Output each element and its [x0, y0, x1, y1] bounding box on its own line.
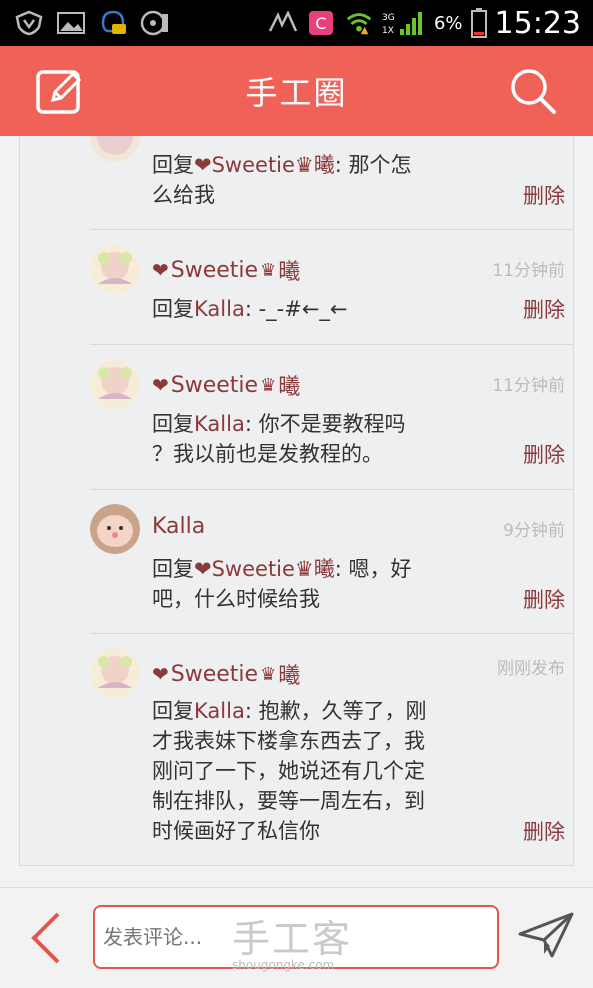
comment-text: 制在排队，要等一周左右，到 [152, 789, 425, 813]
comment-author[interactable]: ❤ Sweetie ♛ 曦 [152, 658, 300, 690]
list-item: ❤ Sweetie ♛ 曦 11分钟前 回复Kalla: 你不是要教程吗 ？我以… [90, 345, 573, 490]
comment-time: 9分钟前 [503, 521, 565, 541]
app-c-icon: C [306, 10, 336, 36]
cell-signal-icon: 3G 1X [382, 10, 426, 36]
reply-target[interactable]: Kalla [194, 412, 245, 436]
comment-body: 回复Kalla: 抱歉，久等了，刚 才我表妹下楼拿东西去了，我 刚问了一下，她说… [152, 696, 492, 846]
back-button[interactable] [28, 910, 64, 966]
svg-text:C: C [315, 14, 326, 33]
comment-text: 么给我 [152, 183, 215, 207]
reply-target[interactable]: Kalla [194, 699, 245, 723]
author-name: Sweetie [170, 372, 259, 398]
network-type-label: 3G [382, 13, 395, 23]
comment-author[interactable]: ❤ Sweetie ♛ 曦 [152, 369, 300, 401]
comment-time: 11分钟前 [492, 261, 565, 281]
avatar[interactable] [90, 504, 140, 554]
author-name: Sweetie [170, 661, 259, 687]
comment-text: : -_-#←_← [244, 297, 348, 321]
avatar[interactable] [90, 244, 140, 294]
battery-icon [470, 8, 487, 38]
heart-icon: ❤ [152, 662, 169, 686]
comment-text: : 嗯，好 [334, 557, 412, 581]
page-title: 手工圈 [245, 74, 348, 112]
author-name-suffix: 曦 [278, 664, 301, 689]
crown-icon: ♛ [260, 663, 277, 685]
app-header: 手工圈 [0, 46, 593, 136]
heart-icon: ❤ [152, 373, 169, 397]
comment-body: 回复Kalla: -_-#←_← [152, 294, 492, 324]
delete-button[interactable]: 删除 [523, 439, 565, 469]
comment-composer: 手工客 shougongke.com [0, 887, 593, 988]
vpn-shield-icon [14, 10, 44, 36]
wifi-icon [344, 10, 374, 36]
delete-button[interactable]: 删除 [523, 584, 565, 614]
list-item: 回复❤Sweetie♛曦: 那个怎 么给我 删除 [90, 136, 573, 230]
delete-button[interactable]: 删除 [523, 180, 565, 210]
chevron-left-icon [31, 912, 60, 964]
edit-icon [36, 70, 82, 114]
reply-target[interactable]: Kalla [194, 297, 245, 321]
author-name-suffix: 曦 [278, 375, 301, 400]
status-bar: C 3G 1X 6% 15:23 [0, 0, 593, 46]
search-icon [511, 69, 556, 114]
delete-button[interactable]: 删除 [523, 294, 565, 324]
heart-icon: ❤ [152, 258, 169, 282]
reply-prefix: 回复 [152, 412, 194, 436]
comment-text: 吧，什么时候给我 [152, 587, 320, 611]
avatar[interactable] [90, 359, 140, 409]
qq-notification-icon [98, 10, 128, 36]
comment-author[interactable]: Kalla [152, 514, 205, 539]
comment-input[interactable] [93, 905, 499, 969]
search-button[interactable] [508, 66, 558, 116]
comment-text: 才我表妹下楼拿东西去了，我 [152, 729, 425, 753]
delete-button[interactable]: 删除 [523, 816, 565, 846]
comment-thread: 回复❤Sweetie♛曦: 那个怎 么给我 删除 ❤ Sweetie ♛ 曦 1… [19, 136, 574, 866]
comment-body: 回复❤Sweetie♛曦: 嗯，好 吧，什么时候给我 [152, 554, 492, 614]
comment-text: : 那个怎 [334, 153, 412, 177]
avatar[interactable] [90, 136, 140, 162]
signal-blocked-icon [268, 10, 298, 36]
compose-button[interactable] [35, 66, 85, 116]
list-item: ❤ Sweetie ♛ 曦 11分钟前 回复Kalla: -_-#←_← 删除 [90, 230, 573, 345]
comment-text: : 你不是要教程吗 [244, 412, 406, 436]
clock: 15:23 [494, 5, 581, 41]
list-item: ❤ Sweetie ♛ 曦 刚刚发布 回复Kalla: 抱歉，久等了，刚 才我表… [90, 634, 573, 865]
comment-text: 刚问了一下，她说还有几个定 [152, 759, 425, 783]
network-type-label-2: 1X [382, 26, 394, 36]
media-disc-icon [140, 10, 170, 36]
battery-percent: 6% [433, 12, 463, 34]
comment-time: 11分钟前 [492, 376, 565, 396]
reply-prefix: 回复 [152, 557, 194, 581]
comment-text: 时候画好了私信你 [152, 819, 320, 843]
comment-body: 回复❤Sweetie♛曦: 那个怎 么给我 [152, 150, 492, 210]
comment-time: 刚刚发布 [497, 659, 565, 679]
author-name: Sweetie [170, 257, 259, 283]
crown-icon: ♛ [260, 259, 277, 281]
gallery-icon [56, 10, 86, 36]
reply-prefix: 回复 [152, 699, 194, 723]
crown-icon: ♛ [260, 374, 277, 396]
comment-author[interactable]: ❤ Sweetie ♛ 曦 [152, 254, 300, 286]
send-icon [518, 912, 574, 958]
avatar[interactable] [90, 648, 140, 698]
comment-text: ？我以前也是发教程的。 [152, 442, 383, 466]
list-item: Kalla 9分钟前 回复❤Sweetie♛曦: 嗯，好 吧，什么时候给我 删除 [90, 490, 573, 634]
reply-target[interactable]: ❤Sweetie♛曦 [194, 153, 335, 177]
comment-body: 回复Kalla: 你不是要教程吗 ？我以前也是发教程的。 [152, 409, 492, 469]
send-button[interactable] [518, 906, 574, 962]
author-name: Kalla [152, 514, 206, 539]
reply-prefix: 回复 [152, 153, 194, 177]
author-name-suffix: 曦 [278, 260, 301, 285]
reply-target[interactable]: ❤Sweetie♛曦 [194, 557, 335, 581]
comment-text: : 抱歉，久等了，刚 [244, 699, 427, 723]
reply-prefix: 回复 [152, 297, 194, 321]
